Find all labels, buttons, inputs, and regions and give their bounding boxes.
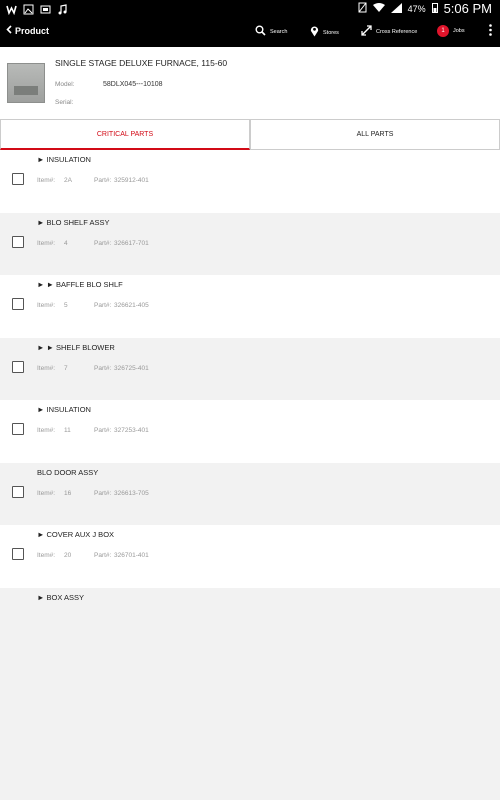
cross-reference-button[interactable]: Cross Reference — [361, 25, 417, 39]
item-value: 4 — [64, 239, 68, 247]
jobs-label: Jobs — [453, 28, 465, 34]
list-item[interactable]: ► ► SHELF BLOWER Item#: 7 Part#: 326725-… — [0, 337, 500, 400]
part-title: BLO DOOR ASSY — [37, 467, 99, 477]
item-label: Item#: — [37, 177, 56, 184]
cross-arrows-icon — [361, 25, 372, 39]
tab-critical-parts[interactable]: CRITICAL PARTS — [0, 119, 250, 150]
tab-all-parts[interactable]: ALL PARTS — [250, 119, 500, 150]
jobs-button[interactable]: 1 Jobs — [437, 25, 465, 37]
gallery-icon — [40, 2, 51, 14]
status-time: 5:06 PM — [443, 1, 492, 16]
item-value: 16 — [64, 489, 72, 497]
item-label: Item#: — [37, 489, 56, 497]
stores-button[interactable]: Stores — [310, 25, 339, 40]
app-toolbar: Product Search Stores Cross Reference 1 … — [0, 18, 500, 47]
part-label: Part#: — [94, 364, 112, 372]
status-bar: 47% 5:06 PM — [0, 0, 500, 18]
part-title: ► BLO SHELF ASSY — [37, 217, 110, 227]
part-checkbox[interactable] — [12, 235, 24, 248]
part-checkbox[interactable] — [12, 173, 24, 185]
list-item[interactable]: ► BOX ASSY — [0, 587, 500, 650]
back-label: Product — [15, 25, 50, 36]
list-item[interactable]: ► ► BAFFLE BLO SHLF Item#: 5 Part#: 3266… — [0, 275, 500, 338]
serial-label: Serial: — [55, 99, 74, 106]
image-icon — [23, 2, 34, 15]
part-label: Part#: — [94, 427, 112, 434]
status-right: 47% 5:06 PM — [358, 1, 492, 16]
item-label: Item#: — [37, 239, 56, 247]
part-checkbox[interactable] — [12, 423, 24, 435]
location-pin-icon — [310, 25, 319, 40]
list-item[interactable]: ► INSULATION Item#: 2A Part#: 325912-401 — [0, 150, 500, 213]
list-item[interactable]: ► BLO SHELF ASSY Item#: 4 Part#: 326617-… — [0, 212, 500, 275]
item-label: Item#: — [37, 302, 56, 309]
part-label: Part#: — [94, 177, 112, 184]
battery-icon — [431, 2, 438, 15]
list-item[interactable]: BLO DOOR ASSY Item#: 16 Part#: 326613-70… — [0, 462, 500, 525]
part-number: 326617-701 — [114, 239, 149, 247]
battery-percent: 47% — [407, 3, 426, 14]
part-number: 326613-705 — [114, 489, 149, 497]
signal-icon — [390, 2, 402, 15]
item-value: 11 — [64, 427, 71, 434]
part-title: ► COVER AUX J BOX — [37, 530, 115, 539]
part-title: ► BOX ASSY — [37, 592, 85, 602]
model-value: 58DLX045---10108 — [103, 81, 163, 88]
cross-reference-label: Cross Reference — [376, 29, 418, 35]
back-button[interactable]: Product — [6, 25, 49, 36]
item-value: 5 — [64, 302, 68, 309]
part-title: ► ► SHELF BLOWER — [37, 342, 115, 352]
part-checkbox[interactable] — [12, 360, 24, 373]
product-name: SINGLE STAGE DELUXE FURNACE, 115-60 — [55, 58, 228, 68]
part-number: 325912-401 — [114, 177, 149, 184]
list-item[interactable]: ► COVER AUX J BOX Item#: 20 Part#: 32670… — [0, 525, 500, 588]
part-number: 326621-405 — [114, 302, 149, 309]
search-label: Search — [270, 29, 288, 35]
item-value: 20 — [64, 552, 72, 559]
part-label: Part#: — [94, 302, 112, 309]
part-checkbox[interactable] — [12, 298, 24, 310]
part-title: ► INSULATION — [37, 155, 91, 164]
part-checkbox[interactable] — [12, 548, 24, 560]
model-label: Model: — [55, 81, 75, 88]
jobs-count-badge: 1 — [437, 25, 449, 37]
search-button[interactable]: Search — [255, 25, 287, 39]
part-label: Part#: — [94, 489, 112, 497]
part-checkbox[interactable] — [12, 485, 24, 498]
product-image — [7, 63, 45, 103]
part-label: Part#: — [94, 239, 112, 247]
part-title: ► INSULATION — [37, 405, 91, 414]
item-label: Item#: — [37, 427, 56, 434]
stores-label: Stores — [323, 29, 339, 36]
no-sim-icon — [358, 2, 367, 15]
part-number: 326725-401 — [114, 364, 149, 372]
item-label: Item#: — [37, 364, 56, 372]
chevron-left-icon — [6, 25, 12, 36]
parts-list: ► INSULATION Item#: 2A Part#: 325912-401… — [0, 150, 500, 650]
w-icon — [6, 2, 17, 16]
music-icon — [57, 2, 68, 15]
item-value: 7 — [64, 364, 68, 372]
status-left-icons — [6, 2, 68, 16]
wifi-icon — [372, 2, 385, 15]
parts-tabs: CRITICAL PARTS ALL PARTS — [0, 119, 500, 150]
item-label: Item#: — [37, 552, 56, 559]
part-label: Part#: — [94, 552, 112, 559]
product-header: SINGLE STAGE DELUXE FURNACE, 115-60 Mode… — [0, 47, 500, 119]
part-title: ► ► BAFFLE BLO SHLF — [37, 280, 123, 289]
overflow-menu-icon[interactable] — [489, 24, 492, 38]
search-icon — [255, 25, 266, 39]
part-number: 326701-401 — [114, 552, 149, 559]
part-number: 327253-401 — [114, 427, 149, 434]
list-item[interactable]: ► INSULATION Item#: 11 Part#: 327253-401 — [0, 400, 500, 463]
item-value: 2A — [64, 177, 72, 184]
